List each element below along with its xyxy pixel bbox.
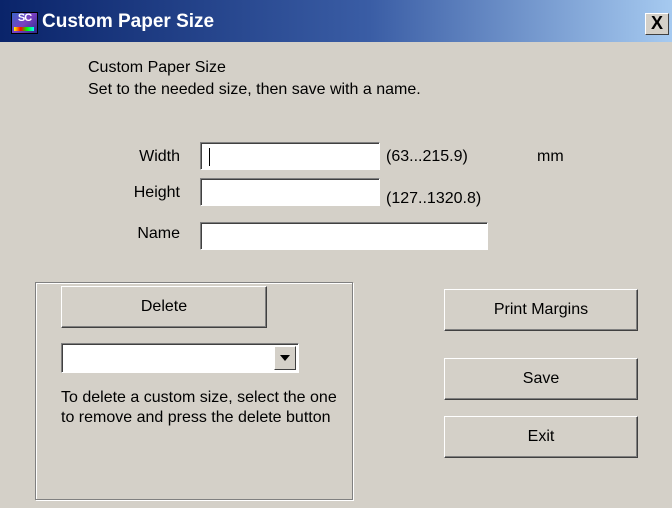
dialog-instructions: Set to the needed size, then save with a…: [88, 81, 421, 98]
title-bar: SC Custom Paper Size X: [0, 0, 672, 42]
delete-button[interactable]: Delete: [61, 286, 267, 328]
print-margins-button[interactable]: Print Margins: [444, 289, 638, 331]
custom-size-select[interactable]: [61, 343, 299, 373]
height-label: Height: [133, 184, 180, 201]
height-range: (127..1320.8): [386, 190, 482, 207]
width-unit: mm: [537, 148, 564, 165]
window-title: Custom Paper Size: [42, 11, 215, 32]
chevron-down-icon[interactable]: [274, 346, 296, 370]
width-input[interactable]: [200, 142, 380, 170]
width-label: Width: [139, 148, 180, 165]
height-input[interactable]: [200, 178, 380, 206]
width-range: (63...215.9): [386, 148, 468, 165]
save-button[interactable]: Save: [444, 358, 638, 400]
delete-help-text: To delete a custom size, select the one …: [61, 389, 337, 426]
exit-button[interactable]: Exit: [444, 416, 638, 458]
app-logo-text: SC: [17, 12, 32, 24]
dialog-heading: Custom Paper Size: [88, 59, 226, 76]
close-icon: X: [650, 13, 663, 33]
name-input[interactable]: [200, 222, 488, 250]
name-label: Name: [137, 225, 180, 242]
app-logo-icon: SC: [11, 12, 38, 34]
close-button[interactable]: X: [645, 13, 669, 35]
text-caret: [209, 148, 210, 166]
